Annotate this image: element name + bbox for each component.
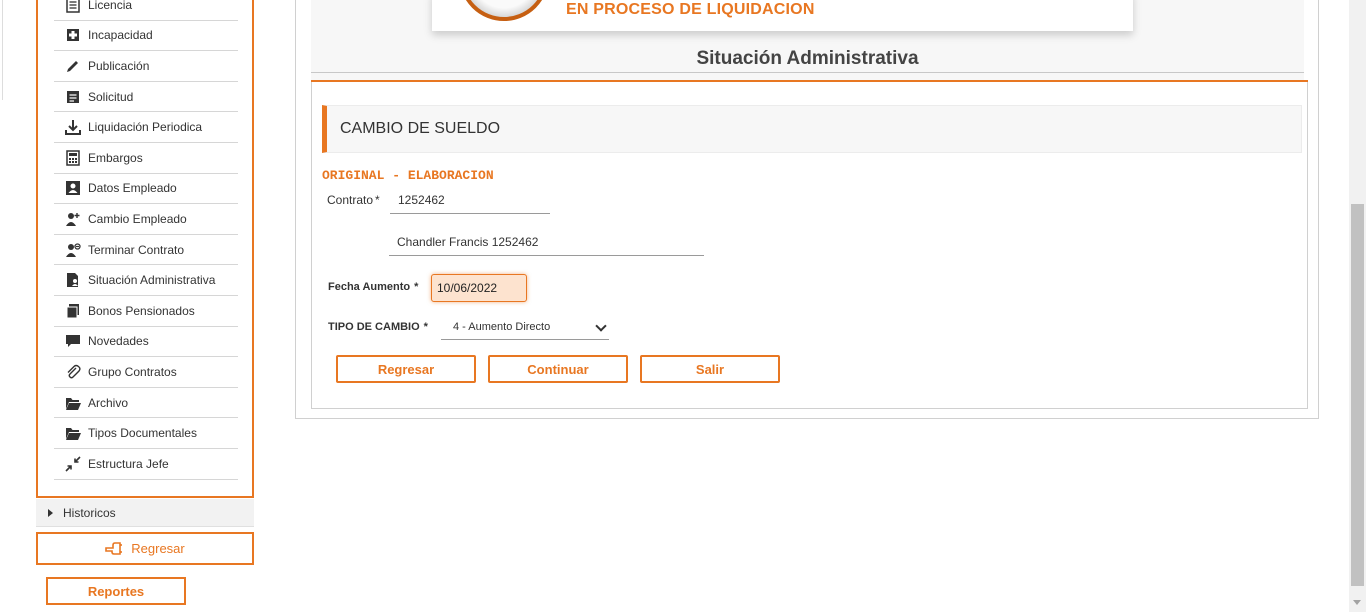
sidebar-item-licencia[interactable]: Licencia: [54, 0, 238, 21]
page-title: Situación Administrativa: [696, 48, 919, 69]
calculator-icon: [64, 149, 82, 167]
document-icon: [64, 88, 82, 106]
divider: [311, 72, 1304, 73]
required-mark: *: [423, 321, 428, 333]
sidebar-item-liquidacion-periodica[interactable]: Liquidación Periodica: [54, 112, 238, 143]
chat-icon: [64, 332, 82, 350]
sidebar-item-label: Situación Administrativa: [88, 273, 216, 288]
paperclip-icon: [64, 363, 82, 381]
medical-book-icon: [64, 26, 82, 44]
folder-open-icon: [64, 424, 82, 442]
historicos-toggle[interactable]: Historicos: [36, 499, 254, 527]
fecha-aumento-input[interactable]: 10/06/2022: [431, 274, 527, 302]
fecha-aumento-label: Fecha Aumento *: [328, 281, 418, 293]
sidebar-item-label: Incapacidad: [88, 28, 153, 43]
sidebar-item-label: Novedades: [88, 334, 149, 349]
contrato-label: Contrato *: [327, 193, 380, 207]
contrato-label-text: Contrato: [327, 193, 374, 207]
sidebar-item-label: Bonos Pensionados: [88, 303, 195, 318]
sidebar-item-label: Solicitud: [88, 89, 134, 104]
sidebar-item-label: Embargos: [88, 150, 143, 165]
sidebar-item-label: Licencia: [88, 0, 133, 12]
copy-icon: [64, 302, 82, 320]
contrato-input[interactable]: [390, 186, 550, 214]
sidebar-item-label: Terminar Contrato: [88, 242, 185, 257]
sidebar-item-label: Publicación: [88, 58, 150, 73]
sidebar-menu: Licencia Incapacidad Publicación Solicitud L…: [36, 0, 254, 498]
page-scrollbar[interactable]: [1349, 0, 1366, 612]
sidebar-item-label: Archivo: [88, 395, 129, 410]
fecha-aumento-label-text: Fecha Aumento: [328, 281, 411, 293]
sidebar-item-situacion-administrativa[interactable]: Situación Administrativa: [54, 265, 238, 296]
scrollbar-thumb[interactable]: [1351, 204, 1364, 586]
sidebar-item-novedades[interactable]: Novedades: [54, 327, 238, 358]
sidebar-regresar-button[interactable]: Regresar: [36, 532, 254, 565]
sidebar-regresar-label: Regresar: [131, 541, 185, 556]
hand-point-left-icon: [105, 541, 123, 555]
salir-button[interactable]: Salir: [640, 355, 780, 383]
tipo-cambio-label-text: TIPO DE CAMBIO: [328, 321, 420, 333]
status-text: EN PROCESO DE LIQUIDACION: [566, 1, 815, 18]
download-icon: [64, 118, 82, 136]
chevron-down-icon: [595, 320, 607, 332]
form-panel: CAMBIO DE SUELDO ORIGINAL - ELABORACION …: [311, 82, 1308, 409]
status-seal-icon: [457, 0, 551, 25]
sidebar-item-tipos-documentales[interactable]: Tipos Documentales: [54, 418, 238, 449]
sidebar-item-datos-empleado[interactable]: Datos Empleado: [54, 174, 238, 205]
sidebar-item-bonos-pensionados[interactable]: Bonos Pensionados: [54, 296, 238, 327]
sidebar-item-incapacidad[interactable]: Incapacidad: [54, 21, 238, 52]
sidebar-item-estructura-jefe[interactable]: Estructura Jefe: [54, 449, 238, 480]
sidebar-item-label: Grupo Contratos: [88, 364, 177, 379]
sidebar-item-label: Liquidación Periodica: [88, 120, 203, 135]
compress-icon: [64, 455, 82, 473]
doc-user-icon: [64, 271, 82, 289]
sidebar-item-embargos[interactable]: Embargos: [54, 143, 238, 174]
required-mark: *: [414, 281, 419, 293]
reportes-button[interactable]: Reportes: [46, 577, 186, 605]
pencil-icon: [64, 57, 82, 75]
caret-right-icon: [48, 508, 53, 517]
sidebar-item-cambio-empleado[interactable]: Cambio Empleado: [54, 204, 238, 235]
sidebar-item-terminar-contrato[interactable]: Terminar Contrato: [54, 235, 238, 266]
list-icon: [64, 0, 82, 14]
sidebar-item-solicitud[interactable]: Solicitud: [54, 82, 238, 113]
sidebar-item-archivo[interactable]: Archivo: [54, 388, 238, 419]
sidebar-item-label: Tipos Documentales: [88, 426, 197, 441]
historicos-label: Historicos: [63, 505, 116, 520]
user-remove-icon: [64, 241, 82, 259]
continuar-button[interactable]: Continuar: [488, 355, 628, 383]
sidebar-item-label: Datos Empleado: [88, 181, 177, 196]
sidebar-item-label: Estructura Jefe: [88, 456, 169, 471]
status-card: EN PROCESO DE LIQUIDACION: [432, 0, 1133, 31]
main-content: EN PROCESO DE LIQUIDACION Situación Admi…: [311, 0, 1308, 409]
sidebar-list: Licencia Incapacidad Publicación Solicitud L…: [54, 0, 238, 480]
tipo-cambio-label: TIPO DE CAMBIO *: [328, 321, 428, 333]
id-card-icon: [64, 179, 82, 197]
document-state: ORIGINAL - ELABORACION: [322, 168, 494, 183]
tipo-cambio-select[interactable]: 4 - Aumento Directo: [441, 314, 609, 340]
required-mark: *: [375, 193, 380, 207]
form-header: CAMBIO DE SUELDO: [322, 105, 1302, 153]
left-edge: [0, 0, 3, 100]
folder-open-icon: [64, 394, 82, 412]
nombre-field[interactable]: [389, 228, 704, 256]
scroll-down-arrow-icon[interactable]: [1353, 600, 1361, 605]
regresar-button[interactable]: Regresar: [336, 355, 476, 383]
user-change-icon: [64, 210, 82, 228]
sidebar-item-grupo-contratos[interactable]: Grupo Contratos: [54, 357, 238, 388]
tipo-cambio-value: 4 - Aumento Directo: [453, 320, 551, 333]
sidebar-item-publicacion[interactable]: Publicación: [54, 51, 238, 82]
sidebar-item-label: Cambio Empleado: [88, 211, 187, 226]
main-panel: EN PROCESO DE LIQUIDACION Situación Admi…: [295, 0, 1319, 419]
